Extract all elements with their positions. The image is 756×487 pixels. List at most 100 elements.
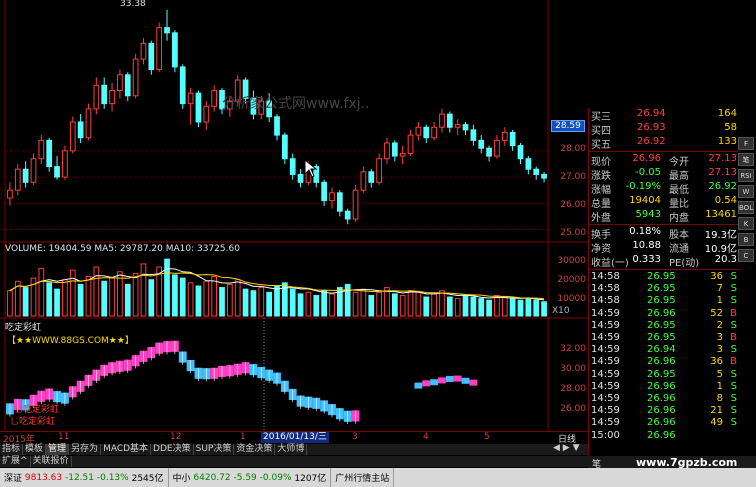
candle-body [541, 173, 547, 179]
tick-time: 14:59 [591, 307, 620, 319]
bid-row[interactable]: 买五 26.92 133 [589, 136, 739, 151]
quote-label: 量比 [669, 199, 689, 210]
tab-macd[interactable]: MACD基本 [101, 444, 152, 455]
tick-time: 15:00 [591, 429, 620, 441]
quote-row[interactable]: 外盘 5943 内盘 13461 [589, 209, 739, 224]
quote-value: 27.13 [708, 167, 737, 178]
volume-bar [533, 299, 540, 317]
kline-chart-area[interactable]: 33.38 分析家公式网www.fxj.. 28.59 28.00 27.00 … [0, 0, 588, 442]
side-tab-f[interactable]: F [738, 137, 754, 150]
status-bar: 深证 9813.63 -12.51 -0.13% 2545亿 中小 6420.7… [0, 468, 756, 487]
smallcap-index[interactable]: 中小 6420.72 -5.59 -0.09% 1207亿 [169, 468, 332, 487]
quote-row[interactable]: 总量 19404 量比 0.54 [589, 195, 739, 210]
quote-label: 今开 [669, 157, 689, 168]
tick-volume: 7 [716, 283, 723, 295]
candle-body [46, 139, 53, 168]
nav-arrows[interactable]: ◀ ▶ ▼ [553, 443, 580, 453]
volume-bar [352, 291, 359, 317]
date-axis-label: 12 [170, 432, 182, 442]
arrow-left-icon[interactable]: ◀ [553, 443, 560, 453]
fund-row[interactable]: 收益(一) 0.333 PE(动) 20.3 [589, 254, 739, 269]
bid-row[interactable]: 买四 26.93 58 [589, 122, 739, 137]
candle-body [85, 108, 92, 139]
volume-bar [541, 301, 547, 317]
fund-label: 收益(一) [591, 258, 629, 269]
tick-price: 26.96 [647, 417, 676, 429]
tick-price: 26.95 [647, 283, 676, 295]
side-tab-w[interactable]: W [738, 185, 754, 198]
tab-expand[interactable]: 扩展^ [0, 456, 31, 467]
tick-side: S [730, 271, 737, 282]
index-volume: 1207亿 [294, 474, 327, 484]
extension-toolbar: 扩展^ 关联报价 [0, 456, 588, 467]
side-tab-c[interactable]: C [738, 249, 754, 262]
tab-related-quote[interactable]: 关联报价 [31, 456, 72, 467]
indicator-tick-label: 30.00 [560, 364, 586, 374]
quote-label: 最高 [669, 171, 689, 182]
tab-indicator[interactable]: 指标 [0, 444, 24, 455]
quote-row[interactable]: 涨幅 -0.19% 最低 26.92 [589, 181, 739, 196]
server-status[interactable]: 广州行情主站 [331, 468, 395, 487]
side-tab-k[interactable]: K [738, 217, 754, 230]
fund-row[interactable]: 换手 0.18% 股本 19.3亿 [589, 226, 739, 241]
candle-body [101, 84, 108, 105]
candle-body [423, 126, 430, 139]
volume-bar [470, 296, 477, 317]
side-tab-bol[interactable]: BOL [738, 201, 754, 214]
candle-body [336, 192, 343, 212]
candle-body [470, 129, 477, 141]
tab-fund[interactable]: 资金决策 [234, 444, 276, 455]
quote-row[interactable]: 涨跌 -0.05 最高 27.13 [589, 167, 739, 182]
tab-sup[interactable]: SUP决策 [194, 444, 235, 455]
tab-dde[interactable]: DDE决策 [151, 444, 194, 455]
tick-volume: 5 [716, 368, 723, 380]
kline-chart[interactable] [0, 0, 588, 442]
bid-row[interactable]: 买三 26.94 164 [589, 108, 739, 123]
tab-template[interactable]: 模板 [23, 444, 47, 455]
volume-bar [399, 294, 406, 317]
volume-bar [274, 285, 280, 317]
candle-body [117, 74, 123, 92]
rainbow-band [453, 375, 462, 382]
price-tick-label: 28.00 [560, 144, 586, 154]
tick-side: S [730, 295, 737, 307]
tab-manage[interactable]: 管理 [46, 444, 70, 455]
index-value: 6420.72 [193, 472, 231, 483]
quote-value: 26.92 [708, 181, 737, 192]
volume-bar [313, 294, 320, 317]
volume-bar [164, 258, 170, 317]
quote-row[interactable]: 现价 26.96 今开 27.13 [589, 153, 739, 168]
date-axis-label: 5 [484, 432, 490, 442]
candle-body [517, 145, 524, 160]
volume-bar [203, 280, 210, 317]
tick-price: 26.96 [647, 307, 676, 319]
tick-side: S [730, 283, 737, 295]
candle-body [431, 126, 437, 139]
candle-body [391, 142, 398, 157]
price-tick-label: 25.00 [560, 228, 586, 238]
side-tab-rsi[interactable]: RSI [738, 169, 754, 182]
volume-bar [368, 294, 375, 317]
fund-row[interactable]: 净资 10.88 流通 10.9亿 [589, 240, 739, 255]
tab-save-as[interactable]: 另存为 [69, 444, 102, 455]
volume-bar [109, 277, 115, 317]
tick-side: S [730, 417, 737, 429]
dropdown-icon[interactable]: ▼ [573, 443, 580, 453]
side-tab-b[interactable]: B [738, 233, 754, 246]
rainbow-band [422, 380, 431, 387]
current-price-box: 28.59 [551, 120, 585, 132]
volume-bar [101, 280, 108, 317]
shenzhen-index[interactable]: 深证 9813.63 -12.51 -0.13% 2545亿 [0, 468, 169, 487]
bid-price: 26.92 [637, 136, 666, 147]
quote-label: 内盘 [669, 213, 689, 224]
side-tab-bi[interactable]: 笔 [738, 153, 754, 166]
volume-bar [289, 288, 296, 317]
tab-master[interactable]: 大师博 [275, 444, 308, 455]
server-name: 广州行情主站 [335, 474, 390, 484]
candle-body [344, 210, 351, 220]
candle-body [22, 168, 29, 183]
arrow-right-icon[interactable]: ▶ [563, 443, 570, 453]
tick-row[interactable]: 15:00 26.96 [589, 430, 739, 444]
candle-body [14, 168, 21, 191]
candle-body [172, 32, 178, 68]
